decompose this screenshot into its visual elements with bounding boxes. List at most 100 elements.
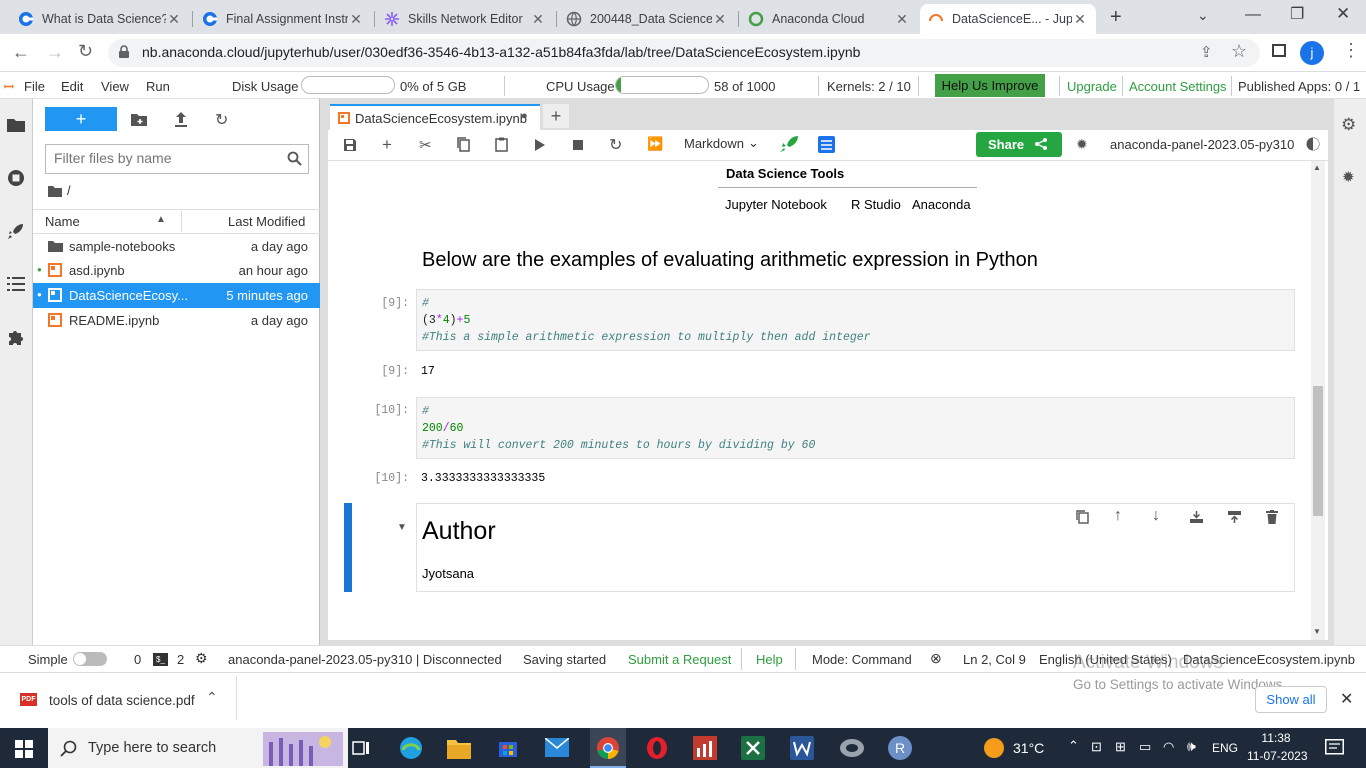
run-icon[interactable] [535, 139, 545, 151]
cursor-position[interactable]: Ln 2, Col 9 [963, 652, 1026, 667]
download-filename[interactable]: tools of data science.pdf [49, 693, 195, 708]
file-row[interactable]: README.ipynb a day ago [33, 308, 320, 333]
forward-icon[interactable]: → [46, 42, 64, 63]
side-panel-icon[interactable] [1272, 44, 1286, 57]
profile-avatar[interactable]: j [1300, 41, 1324, 65]
menu-edit[interactable]: Edit [61, 79, 83, 94]
share-button[interactable]: Share [976, 132, 1062, 157]
microsoft-store-icon[interactable] [497, 736, 519, 758]
move-up-icon[interactable]: ↑ [1114, 507, 1122, 525]
minimize-icon[interactable]: — [1245, 6, 1261, 24]
speaker-icon[interactable]: 🕪 [1187, 738, 1196, 755]
weather-sun-icon[interactable] [983, 737, 1005, 759]
trust-shield-icon[interactable]: ⊗ [930, 650, 942, 667]
clock-time[interactable]: 11:38 [1252, 731, 1300, 745]
clock-date[interactable]: 11-07-2023 [1247, 749, 1308, 763]
file-row[interactable]: sample-notebooks a day ago [33, 234, 320, 259]
weather-temperature[interactable]: 31°C [1013, 740, 1044, 756]
kernel-count[interactable]: 2 [177, 652, 184, 667]
unsaved-dot-icon[interactable]: ● [521, 110, 528, 122]
menu-dots-icon[interactable]: ⋮ [1342, 40, 1360, 61]
chevron-down-icon[interactable]: ⌄ [748, 135, 759, 151]
code-cell-input[interactable]: # 200/60 #This will convert 200 minutes … [416, 397, 1295, 459]
windows-start-icon[interactable] [15, 740, 33, 758]
terminal-icon[interactable]: $_ [153, 653, 168, 666]
insert-above-icon[interactable] [1227, 510, 1242, 524]
menu-file[interactable]: File [24, 79, 45, 94]
kernel-chip-icon[interactable]: ⚙ [195, 650, 208, 667]
copy-icon[interactable] [457, 137, 470, 152]
reload-icon[interactable]: ↻ [78, 41, 93, 62]
chrome-taskbar-button[interactable] [590, 728, 626, 768]
input-language[interactable]: ENG [1212, 741, 1238, 755]
word-icon[interactable] [790, 736, 814, 760]
show-all-button[interactable]: Show all [1255, 686, 1327, 713]
menu-run[interactable]: Run [146, 79, 170, 94]
duplicate-cell-icon[interactable] [1076, 510, 1089, 524]
restore-icon[interactable]: ❐ [1290, 4, 1304, 24]
upgrade-link[interactable]: Upgrade [1067, 79, 1117, 94]
filter-files-input[interactable] [54, 145, 282, 171]
new-launcher-button[interactable]: + [45, 107, 117, 131]
collapse-caret-icon[interactable]: ▼ [397, 522, 407, 533]
running-kernels-icon[interactable] [7, 169, 25, 187]
submit-request-link[interactable]: Submit a Request [628, 652, 731, 667]
scroll-up-arrow-icon[interactable]: ▲ [1313, 163, 1321, 172]
r-app-icon[interactable]: R [888, 736, 912, 760]
scrollbar-thumb[interactable] [1313, 386, 1323, 516]
close-download-bar-icon[interactable]: ✕ [1340, 689, 1353, 709]
url-text[interactable]: nb.anaconda.cloud/jupyterhub/user/030edf… [142, 44, 860, 60]
close-icon[interactable]: ✕ [530, 11, 546, 28]
lock-icon[interactable] [118, 45, 130, 59]
help-us-improve-button[interactable]: Help Us Improve [935, 74, 1045, 97]
sort-ascending-icon[interactable]: ▲ [156, 214, 166, 225]
cut-icon[interactable]: ✂ [419, 136, 432, 154]
browser-tab[interactable]: What is Data Science? ✕ [10, 4, 190, 34]
refresh-icon[interactable]: ↻ [215, 110, 228, 130]
restart-kernel-icon[interactable]: ↻ [609, 135, 622, 155]
kernel-name[interactable]: anaconda-panel-2023.05-py310 [1110, 137, 1294, 152]
panel-settings-icon[interactable] [818, 136, 835, 153]
new-tab-plus-icon[interactable]: + [543, 104, 569, 128]
rstudio-icon[interactable] [839, 737, 865, 759]
paste-icon[interactable] [495, 137, 508, 152]
mail-icon[interactable] [545, 738, 569, 757]
last-modified-column-header[interactable]: Last Modified [228, 214, 305, 229]
browser-tab-active[interactable]: DataScienceE... - Jupyt ✕ [920, 4, 1096, 34]
share-page-icon[interactable]: ⇪ [1200, 43, 1213, 61]
tab-search-icon[interactable]: ⌄ [1197, 7, 1209, 24]
insert-below-icon[interactable] [1189, 510, 1204, 524]
file-explorer-icon[interactable] [447, 737, 471, 759]
stop-icon[interactable] [573, 140, 583, 150]
file-row-selected[interactable]: ● DataScienceEcosy... 5 minutes ago [33, 283, 320, 308]
file-row[interactable]: ● asd.ipynb an hour ago [33, 258, 320, 283]
filter-input-box[interactable] [45, 144, 309, 174]
menu-view[interactable]: View [101, 79, 129, 94]
scroll-down-arrow-icon[interactable]: ▼ [1313, 627, 1321, 636]
new-tab-icon[interactable]: + [1110, 6, 1122, 29]
rocket-icon[interactable] [6, 221, 26, 241]
fast-forward-icon[interactable]: ⏩ [647, 136, 663, 152]
show-hidden-icons-icon[interactable]: ⌃ [1068, 738, 1079, 754]
close-icon[interactable]: ✕ [166, 11, 182, 28]
spss-icon[interactable] [693, 736, 717, 760]
help-link[interactable]: Help [756, 652, 783, 667]
close-icon[interactable]: ✕ [1072, 11, 1088, 28]
tray-app-icon[interactable]: ⊞ [1115, 739, 1126, 755]
extensions-puzzle-icon[interactable] [7, 328, 25, 346]
folder-icon[interactable] [7, 117, 25, 132]
cell-type-select[interactable]: Markdown [684, 136, 744, 151]
table-of-contents-icon[interactable] [7, 277, 25, 291]
delete-cell-icon[interactable] [1266, 510, 1278, 524]
insert-cell-icon[interactable]: + [382, 135, 392, 155]
notebook-mode[interactable]: Mode: Command [812, 652, 912, 667]
back-icon[interactable]: ← [12, 42, 30, 63]
close-icon[interactable]: ✕ [894, 11, 910, 28]
notebook-tab[interactable]: DataScienceEcosystem.ipynb ● [330, 104, 540, 131]
new-folder-icon[interactable] [131, 112, 147, 126]
excel-icon[interactable] [741, 736, 765, 760]
task-view-icon[interactable] [352, 739, 370, 757]
opera-icon[interactable] [645, 736, 669, 760]
battery-icon[interactable]: ▭ [1139, 739, 1151, 755]
edge-browser-icon[interactable] [399, 736, 423, 760]
